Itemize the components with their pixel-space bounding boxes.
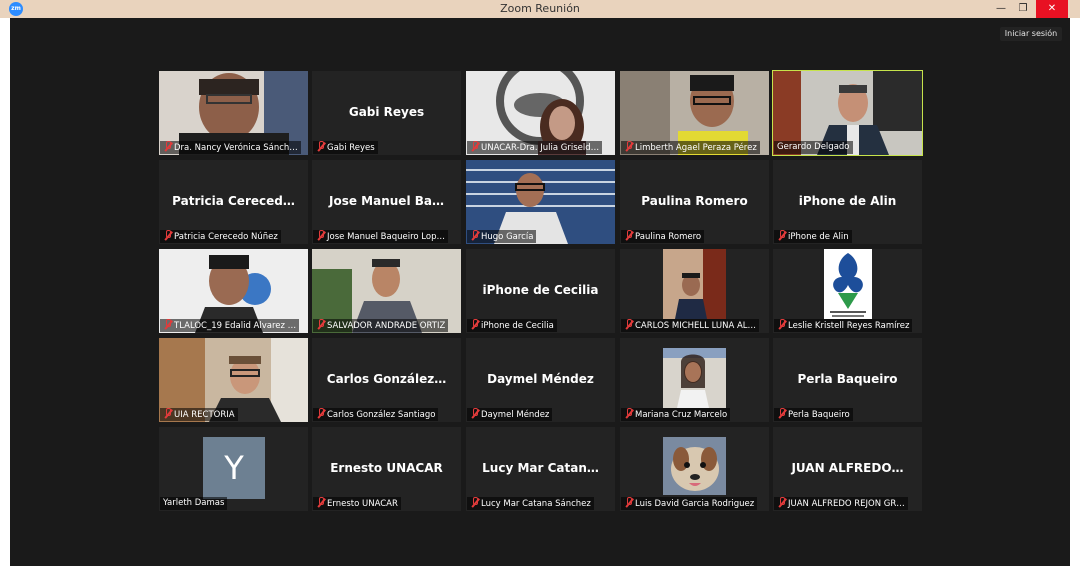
participant-name: UIA RECTORIA [160,408,238,421]
participant-name: Leslie Kristell Reyes Ramírez [774,319,913,332]
muted-mic-icon [316,141,325,151]
participant-display-name: Gabi Reyes [348,105,425,119]
participant-video [663,437,726,495]
participant-tile-active-speaker[interactable]: Gerardo Delgado [772,70,923,156]
university-logo [824,249,872,319]
participant-name: Yarleth Damas [160,497,228,510]
participant-tile[interactable]: Jose Manuel Ba… Jose Manuel Baqueiro Lop… [312,160,461,244]
participant-name: Daymel Méndez [467,408,553,421]
muted-mic-icon [316,408,325,418]
participant-name: TLALOC_19 Edalid Alvarez … [160,319,300,332]
avatar: Y [203,437,265,499]
participant-tile[interactable]: SALVADOR ANDRADE ORTIZ [312,249,461,333]
participant-name: iPhone de Alin [774,230,852,243]
participant-name: Dra. Nancy Verónica Sánch… [160,141,301,154]
participant-tile[interactable]: JUAN ALFREDO… JUAN ALFREDO REJON GR… [773,427,922,511]
participant-name: Mariana Cruz Marcelo [621,408,731,421]
participant-display-name: Lucy Mar Catan… [482,461,599,475]
muted-mic-icon [316,230,325,240]
participant-display-name: Carlos González… [326,372,447,386]
participant-tile[interactable]: Dra. Nancy Verónica Sánch… [159,71,308,155]
participant-name: CARLOS MICHELL LUNA AL… [621,319,760,332]
participant-tile[interactable]: Ernesto UNACAR Ernesto UNACAR [312,427,461,511]
participant-name: Limberth Agael Peraza Pérez [621,141,760,154]
muted-mic-icon [777,408,786,418]
participant-display-name: iPhone de Cecilia [482,283,599,297]
muted-mic-icon [470,319,479,329]
muted-mic-icon [624,319,633,329]
participant-tile[interactable]: Mariana Cruz Marcelo [620,338,769,422]
title-bar: zm Zoom Reunión — ❐ ✕ [0,0,1080,18]
participant-name: UNACAR-Dra. Julia Griseld… [467,141,603,154]
window-title: Zoom Reunión [500,2,580,15]
participant-tile[interactable]: UNACAR-Dra. Julia Griseld… [466,71,615,155]
close-button[interactable]: ✕ [1036,0,1068,18]
minimize-button[interactable]: — [990,0,1012,18]
participant-tile[interactable]: Limberth Agael Peraza Pérez [620,71,769,155]
participant-tile[interactable]: Carlos González… Carlos González Santiag… [312,338,461,422]
muted-mic-icon [470,408,479,418]
participant-name: Paulina Romero [621,230,705,243]
participant-name: Luis David Garcia Rodriguez [621,497,758,510]
muted-mic-icon [316,319,325,329]
muted-mic-icon [316,497,325,507]
participant-name: Jose Manuel Baqueiro Lop… [313,230,448,243]
participant-tile[interactable]: Leslie Kristell Reyes Ramírez [773,249,922,333]
participant-name: Gabi Reyes [313,141,378,154]
participant-name: iPhone de Cecilia [467,319,557,332]
participant-tile[interactable]: iPhone de Alin iPhone de Alin [773,160,922,244]
muted-mic-icon [624,497,633,507]
participant-tile[interactable]: Daymel Méndez Daymel Méndez [466,338,615,422]
participant-name: Ernesto UNACAR [313,497,401,510]
muted-mic-icon [163,141,172,151]
muted-mic-icon [163,319,172,329]
participant-tile[interactable]: iPhone de Cecilia iPhone de Cecilia [466,249,615,333]
participant-tile[interactable]: Patricia Cereced… Patricia Cerecedo Núñe… [159,160,308,244]
participant-display-name: iPhone de Alin [798,194,897,208]
muted-mic-icon [470,497,479,507]
participant-tile[interactable]: Y Yarleth Damas [159,427,308,511]
participant-tile[interactable]: Hugo García [466,160,615,244]
participant-tile[interactable]: Gabi Reyes Gabi Reyes [312,71,461,155]
participant-tile[interactable]: Perla Baqueiro Perla Baqueiro [773,338,922,422]
participant-display-name: Jose Manuel Ba… [329,194,444,208]
participant-tile[interactable]: Lucy Mar Catan… Lucy Mar Catana Sánchez [466,427,615,511]
muted-mic-icon [624,141,633,151]
participant-name: Gerardo Delgado [774,141,853,154]
muted-mic-icon [624,408,633,418]
restore-button[interactable]: ❐ [1012,0,1034,18]
participant-display-name: JUAN ALFREDO… [791,461,904,475]
muted-mic-icon [777,230,786,240]
participant-video [663,348,726,408]
muted-mic-icon [163,230,172,240]
participant-display-name: Perla Baqueiro [797,372,898,386]
muted-mic-icon [470,230,479,240]
participant-name: JUAN ALFREDO REJON GR… [774,497,908,510]
participant-display-name: Paulina Romero [641,194,748,208]
muted-mic-icon [624,230,633,240]
participant-display-name: Daymel Méndez [487,372,594,386]
participant-name: Hugo García [467,230,537,243]
muted-mic-icon [777,497,786,507]
participant-video [663,249,726,319]
participant-name: SALVADOR ANDRADE ORTIZ [313,319,449,332]
participant-display-name: Patricia Cereced… [172,194,295,208]
participant-name: Lucy Mar Catana Sánchez [467,497,594,510]
signin-button[interactable]: Iniciar sesión [1000,27,1062,41]
participant-display-name: Ernesto UNACAR [330,461,443,475]
participant-name: Perla Baqueiro [774,408,853,421]
participant-name: Carlos González Santiago [313,408,439,421]
participant-name: Patricia Cerecedo Núñez [160,230,281,243]
muted-mic-icon [470,141,479,151]
participant-tile[interactable]: Luis David Garcia Rodriguez [620,427,769,511]
participant-tile[interactable]: TLALOC_19 Edalid Alvarez … [159,249,308,333]
participant-tile[interactable]: UIA RECTORIA [159,338,308,422]
participant-tile[interactable]: Paulina Romero Paulina Romero [620,160,769,244]
muted-mic-icon [777,319,786,329]
muted-mic-icon [163,408,172,418]
participant-tile[interactable]: CARLOS MICHELL LUNA AL… [620,249,769,333]
